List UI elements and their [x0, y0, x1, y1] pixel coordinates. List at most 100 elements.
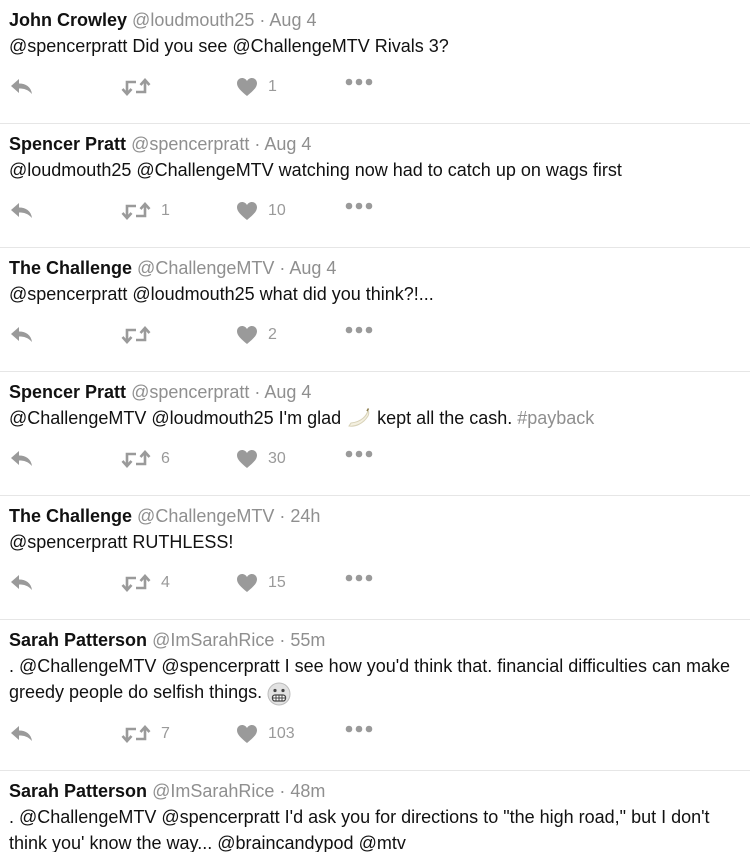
- reply-icon: [9, 724, 35, 744]
- reply-icon: [9, 573, 35, 593]
- retweet-button[interactable]: 7: [121, 724, 170, 744]
- author-name[interactable]: Sarah Patterson: [9, 781, 147, 801]
- author-name[interactable]: The Challenge: [9, 258, 132, 278]
- tweet-header: Sarah Patterson @ImSarahRice · 48m: [9, 779, 740, 803]
- tweet[interactable]: The Challenge @ChallengeMTV · Aug 4 @spe…: [0, 248, 750, 372]
- more-options-button[interactable]: [345, 201, 373, 211]
- heart-icon: [236, 77, 258, 97]
- author-handle[interactable]: @spencerpratt: [131, 382, 249, 402]
- like-button[interactable]: 1: [236, 77, 277, 97]
- reply-button[interactable]: [9, 325, 35, 345]
- timestamp[interactable]: Aug 4: [289, 258, 336, 278]
- tweet[interactable]: Sarah Patterson @ImSarahRice · 48m . @Ch…: [0, 771, 750, 852]
- author-handle[interactable]: @ChallengeMTV: [137, 258, 274, 278]
- more-options-button[interactable]: [345, 77, 373, 87]
- tweet[interactable]: John Crowley @loudmouth25 · Aug 4 @spenc…: [0, 0, 750, 124]
- more-options-button[interactable]: [345, 325, 373, 335]
- heart-icon: [236, 573, 258, 593]
- author-handle[interactable]: @spencerpratt: [131, 134, 249, 154]
- separator: ·: [249, 134, 265, 154]
- like-count: 10: [268, 202, 286, 219]
- like-button[interactable]: 2: [236, 325, 277, 345]
- retweet-button[interactable]: 6: [121, 449, 170, 469]
- reply-button[interactable]: [9, 201, 35, 221]
- author-handle[interactable]: @loudmouth25: [132, 10, 254, 30]
- reply-button[interactable]: [9, 724, 35, 744]
- like-count: 2: [268, 326, 277, 343]
- more-dots-icon: [345, 77, 373, 87]
- more-options-button[interactable]: [345, 449, 373, 459]
- tweet-text-segment: . @ChallengeMTV @spencerpratt I see how …: [9, 656, 731, 703]
- tweet[interactable]: The Challenge @ChallengeMTV · 24h @spenc…: [0, 496, 750, 621]
- tweet-actions: 7 103: [9, 706, 740, 770]
- timestamp[interactable]: 48m: [290, 781, 325, 801]
- heart-icon: [236, 724, 258, 744]
- timestamp[interactable]: Aug 4: [264, 382, 311, 402]
- retweet-button[interactable]: 4: [121, 573, 170, 593]
- author-handle[interactable]: @ImSarahRice: [152, 781, 274, 801]
- like-button[interactable]: 10: [236, 201, 286, 221]
- heart-icon: [236, 325, 258, 345]
- more-dots-icon: [345, 573, 373, 583]
- more-dots-icon: [345, 201, 373, 211]
- author-handle[interactable]: @ChallengeMTV: [137, 506, 274, 526]
- tweet-text-segment: @spencerpratt RUTHLESS!: [9, 532, 234, 553]
- retweet-count: 1: [161, 202, 170, 219]
- tweet-actions: 4 15: [9, 555, 740, 619]
- separator: ·: [274, 630, 291, 651]
- like-count: 103: [268, 724, 295, 742]
- separator: ·: [274, 506, 291, 527]
- grimace-emoji-icon: [267, 682, 291, 706]
- retweet-count: 6: [161, 450, 170, 468]
- retweet-button[interactable]: [121, 77, 161, 97]
- separator: ·: [274, 258, 290, 278]
- retweet-icon: [121, 201, 151, 221]
- tweet[interactable]: Spencer Pratt @spencerpratt · Aug 4 @Cha…: [0, 372, 750, 497]
- tweet[interactable]: Sarah Patterson @ImSarahRice · 55m . @Ch…: [0, 620, 750, 771]
- more-dots-icon: [345, 325, 373, 335]
- tweet-text: @spencerpratt @loudmouth25 what did you …: [9, 281, 740, 307]
- tweet-text: @ChallengeMTV @loudmouth25 I'm glad kept…: [9, 405, 740, 431]
- separator: ·: [274, 780, 291, 801]
- separator: ·: [249, 382, 265, 402]
- tweet-text-segment: @spencerpratt @loudmouth25 what did you …: [9, 284, 434, 304]
- author-name[interactable]: John Crowley: [9, 10, 127, 30]
- retweet-button[interactable]: [121, 325, 161, 345]
- tweet-text: @spencerpratt RUTHLESS!: [9, 529, 740, 555]
- separator: ·: [254, 10, 270, 30]
- more-options-button[interactable]: [345, 573, 373, 583]
- timestamp[interactable]: Aug 4: [269, 10, 316, 30]
- like-count: 15: [268, 574, 286, 592]
- heart-icon: [236, 201, 258, 221]
- timestamp[interactable]: Aug 4: [264, 134, 311, 154]
- reply-icon: [9, 449, 35, 469]
- tweet-text: . @ChallengeMTV @spencerpratt I'd ask yo…: [9, 804, 740, 852]
- reply-button[interactable]: [9, 573, 35, 593]
- author-name[interactable]: Spencer Pratt: [9, 382, 126, 402]
- more-options-button[interactable]: [345, 724, 373, 734]
- like-button[interactable]: 15: [236, 573, 286, 593]
- tweet-text-segment: #payback: [517, 408, 595, 428]
- tweet-header: The Challenge @ChallengeMTV · 24h: [9, 504, 740, 528]
- tweet-text: @spencerpratt Did you see @ChallengeMTV …: [9, 33, 740, 59]
- reply-button[interactable]: [9, 77, 35, 97]
- author-name[interactable]: The Challenge: [9, 506, 132, 526]
- timestamp[interactable]: 55m: [290, 630, 325, 650]
- tweet[interactable]: Spencer Pratt @spencerpratt · Aug 4 @lou…: [0, 124, 750, 248]
- more-dots-icon: [345, 449, 373, 459]
- retweet-icon: [121, 573, 151, 593]
- like-button[interactable]: 30: [236, 449, 286, 469]
- like-button[interactable]: 103: [236, 724, 295, 744]
- tweet-text-segment: kept all the cash.: [372, 408, 518, 428]
- reply-button[interactable]: [9, 449, 35, 469]
- author-name[interactable]: Sarah Patterson: [9, 630, 147, 650]
- tweet-actions: 2: [9, 307, 740, 371]
- timestamp[interactable]: 24h: [290, 506, 320, 526]
- reply-icon: [9, 201, 35, 221]
- retweet-icon: [121, 77, 151, 97]
- author-handle[interactable]: @ImSarahRice: [152, 630, 274, 650]
- reply-icon: [9, 325, 35, 345]
- author-name[interactable]: Spencer Pratt: [9, 134, 126, 154]
- tweet-text: @loudmouth25 @ChallengeMTV watching now …: [9, 157, 740, 183]
- retweet-button[interactable]: 1: [121, 201, 170, 221]
